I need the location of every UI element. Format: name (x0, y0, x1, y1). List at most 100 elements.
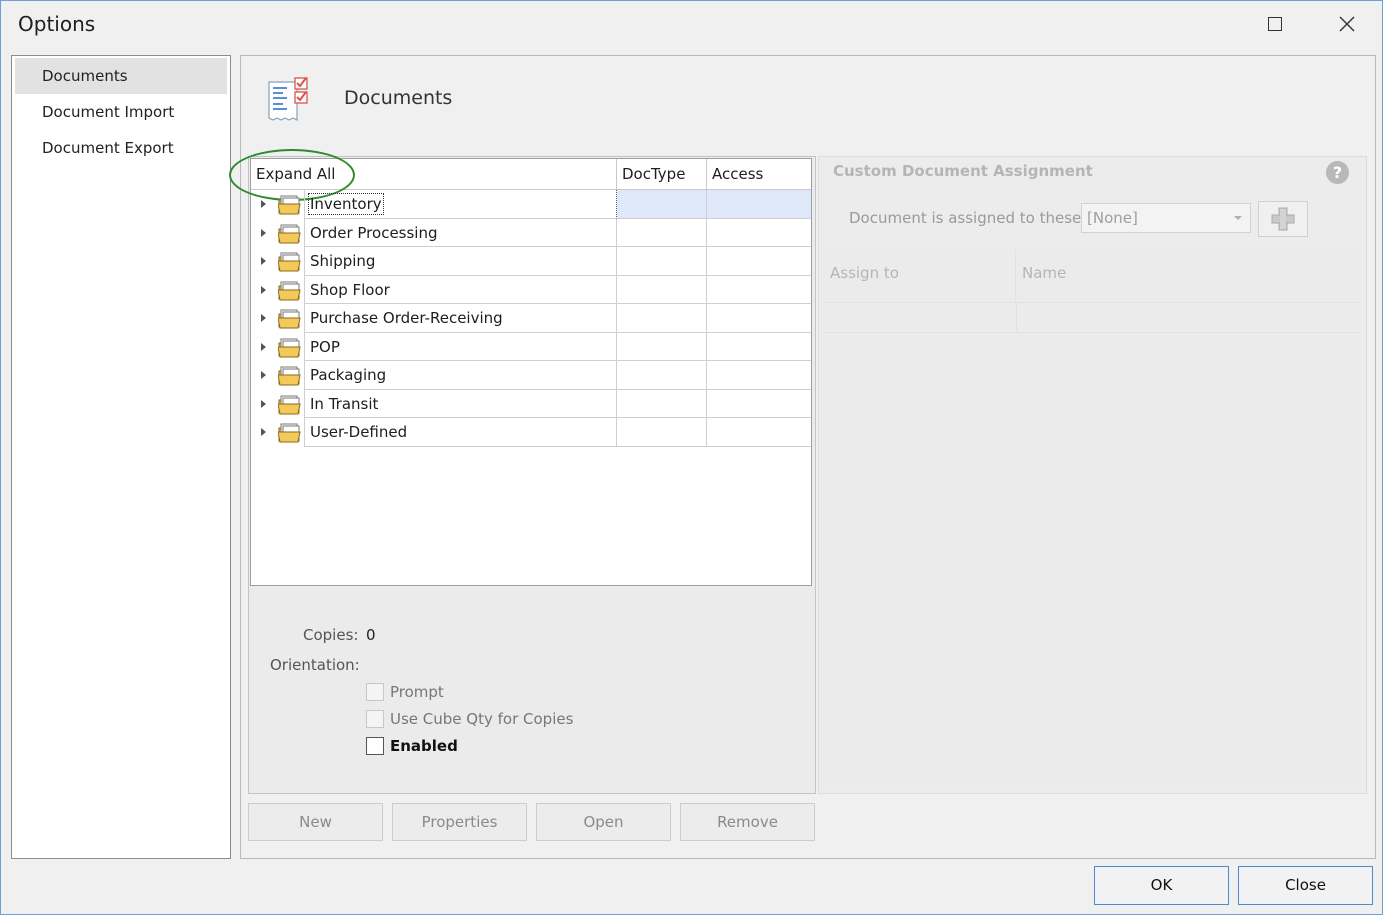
custom-assignment-title: Custom Document Assignment (833, 162, 1093, 180)
doctype-cell[interactable] (617, 218, 707, 247)
prompt-checkbox[interactable] (366, 683, 384, 701)
doctype-cell[interactable] (617, 190, 707, 219)
copies-value: 0 (366, 626, 376, 644)
document-checklist-icon (268, 77, 308, 121)
folder-icon (278, 224, 301, 243)
maximize-button[interactable] (1255, 7, 1295, 41)
documents-tree: Expand All DocType Access Inventory Orde… (229, 149, 812, 586)
assigned-to-dropdown[interactable]: [None] (1081, 203, 1251, 233)
folder-icon (278, 423, 301, 443)
ok-button[interactable]: OK (1094, 866, 1229, 905)
expand-arrow-icon[interactable] (261, 342, 266, 351)
tree-row-label: User-Defined (304, 418, 617, 447)
page-title: Documents (344, 87, 453, 109)
expand-all-header[interactable]: Expand All (251, 159, 617, 190)
orientation-label: Orientation: (270, 656, 360, 674)
assignment-new-row[interactable] (824, 303, 1360, 333)
doctype-cell[interactable] (617, 247, 707, 276)
access-cell[interactable] (707, 333, 811, 361)
plus-icon (1271, 207, 1295, 231)
add-assignment-button[interactable] (1258, 201, 1308, 237)
assign-to-column-header[interactable]: Assign to (824, 249, 1016, 303)
expand-arrow-icon[interactable] (261, 285, 266, 294)
tree-header: Expand All DocType Access (229, 149, 811, 201)
close-button[interactable]: Close (1238, 866, 1373, 905)
expand-arrow-icon[interactable] (261, 200, 266, 208)
access-cell[interactable] (707, 390, 811, 418)
tree-row[interactable]: Purchase Order-Receiving (251, 304, 811, 333)
doctype-cell[interactable] (617, 418, 707, 447)
tree-row[interactable]: In Transit (251, 389, 811, 418)
options-sidebar: Documents Document Import Document Expor… (11, 55, 231, 859)
use-cube-qty-checkbox[interactable] (366, 710, 384, 728)
enabled-checkbox[interactable] (366, 737, 384, 755)
tree-row-label: In Transit (304, 389, 617, 418)
use-cube-qty-label: Use Cube Qty for Copies (390, 710, 574, 728)
chevron-down-icon (1234, 216, 1242, 220)
doctype-cell[interactable] (617, 361, 707, 390)
expand-arrow-icon[interactable] (261, 371, 266, 379)
assigned-to-label: Document is assigned to these: (849, 209, 1087, 227)
folder-icon (278, 366, 301, 386)
doctype-column-header[interactable]: DocType (617, 159, 707, 190)
tree-row-label: Packaging (304, 361, 617, 390)
expand-arrow-icon[interactable] (261, 257, 266, 265)
assignment-grid: Assign to Name (824, 249, 1360, 789)
tree-row[interactable]: Order Processing (251, 218, 811, 247)
properties-button[interactable]: Properties (392, 803, 527, 841)
expand-arrow-icon[interactable] (261, 399, 266, 408)
tree-row-label: Inventory (304, 190, 617, 219)
tree-row[interactable]: POP (251, 332, 811, 361)
remove-button[interactable]: Remove (680, 803, 815, 841)
prompt-checkbox-label: Prompt (390, 683, 444, 701)
assigned-to-value: [None] (1087, 209, 1138, 227)
question-icon[interactable]: ? (1326, 161, 1349, 184)
access-cell[interactable] (707, 219, 811, 247)
expand-arrow-icon[interactable] (261, 314, 266, 322)
open-button[interactable]: Open (536, 803, 671, 841)
folder-icon (278, 252, 301, 272)
access-cell[interactable] (707, 247, 811, 276)
tree-row-label: Order Processing (304, 218, 617, 247)
new-button[interactable]: New (248, 803, 383, 841)
tree-row[interactable]: User-Defined (251, 418, 811, 447)
name-column-header[interactable]: Name (1016, 249, 1360, 303)
close-icon (1339, 16, 1355, 32)
access-cell[interactable] (707, 276, 811, 304)
tree-rows: Inventory Order Processing Shipping Shop… (251, 190, 811, 447)
folder-icon (278, 281, 301, 300)
access-cell[interactable] (707, 190, 811, 219)
sidebar-item-document-export[interactable]: Document Export (12, 130, 230, 166)
doctype-cell[interactable] (617, 332, 707, 361)
sidebar-item-documents[interactable]: Documents (15, 58, 227, 94)
expand-arrow-icon[interactable] (261, 428, 266, 436)
folder-icon (278, 309, 301, 329)
sidebar-item-document-import[interactable]: Document Import (12, 94, 230, 130)
title-bar: Options (1, 1, 1382, 47)
doctype-cell[interactable] (617, 389, 707, 418)
tree-row[interactable]: Shipping (251, 247, 811, 276)
custom-document-assignment-panel: Custom Document Assignment ? Document is… (818, 156, 1367, 794)
folder-icon (278, 395, 301, 414)
access-cell[interactable] (707, 304, 811, 333)
tree-row[interactable]: Inventory (251, 190, 811, 219)
tree-row[interactable]: Shop Floor (251, 275, 811, 304)
close-window-button[interactable] (1327, 7, 1367, 41)
enabled-checkbox-label: Enabled (390, 737, 458, 755)
copies-label: Copies: (303, 626, 359, 644)
tree-row[interactable]: Packaging (251, 361, 811, 390)
tree-row-label: Purchase Order-Receiving (304, 304, 617, 333)
tree-row-label: POP (304, 332, 617, 361)
access-cell[interactable] (707, 361, 811, 390)
assignment-grid-header: Assign to Name (824, 249, 1360, 303)
folder-icon (278, 195, 301, 215)
tree-row-label: Shop Floor (304, 275, 617, 304)
expand-arrow-icon[interactable] (261, 228, 266, 237)
folder-icon (278, 338, 301, 357)
maximize-icon (1268, 17, 1282, 31)
options-dialog: Options Documents Document Import Docume… (0, 0, 1383, 915)
doctype-cell[interactable] (617, 275, 707, 304)
access-cell[interactable] (707, 418, 811, 447)
access-column-header[interactable]: Access (707, 159, 811, 190)
doctype-cell[interactable] (617, 304, 707, 333)
